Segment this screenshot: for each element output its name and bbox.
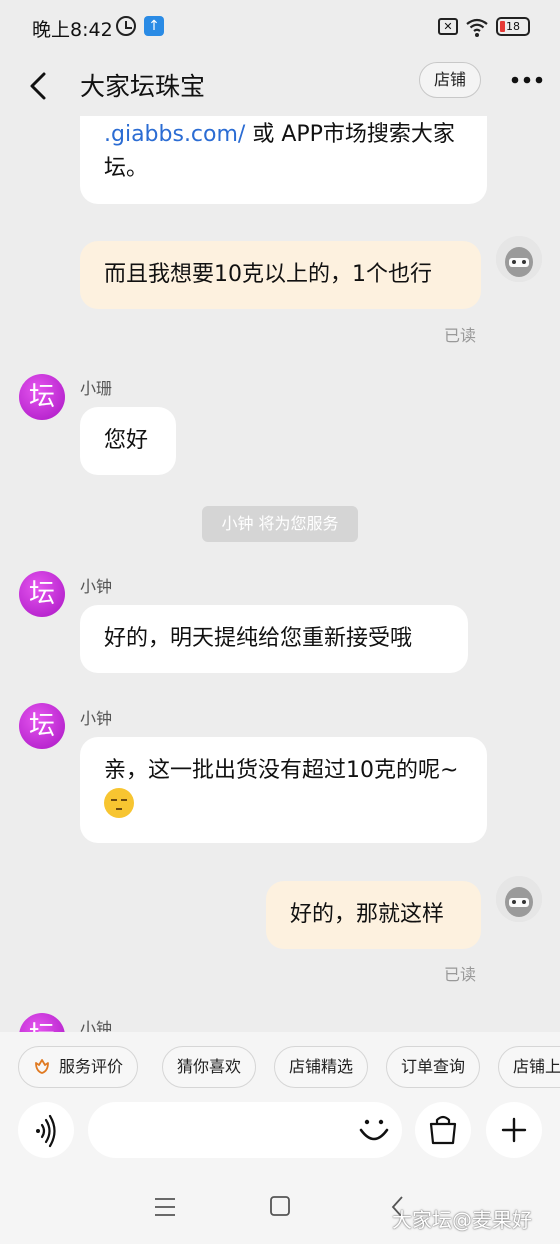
sender-name: 小珊 — [80, 379, 113, 398]
voice-button[interactable] — [18, 1102, 74, 1158]
user-avatar-image — [496, 876, 542, 922]
status-time: 晚上8:42 — [32, 19, 113, 41]
chat-area[interactable]: .giabbs.com/ 或 APP市场搜索大家坛。 而且我想要10克以上的，1… — [0, 116, 560, 1032]
home-icon[interactable] — [269, 1195, 291, 1217]
chip-label: 店铺上新 — [513, 1057, 560, 1076]
message-bubble[interactable]: 好的，那就这样 — [266, 881, 481, 949]
shop-avatar[interactable]: 坛 — [19, 571, 65, 617]
battery-level: 18 — [506, 20, 520, 33]
message-bubble[interactable]: 您好 — [80, 407, 176, 475]
system-notice: 小钟 将为您服务 — [202, 506, 358, 542]
chip-label: 猜你喜欢 — [177, 1057, 242, 1076]
menu-icon[interactable] — [153, 1196, 177, 1218]
shop-avatar[interactable]: 坛 — [19, 1013, 65, 1032]
status-bar: 晚上8:42 ↑ ✕ 18 — [0, 0, 560, 56]
chip-shop-picks[interactable]: 店铺精选 — [274, 1046, 369, 1088]
quick-action-bar: 服务评价 猜你喜欢 店铺精选 订单查询 店铺上新 — [0, 1032, 560, 1102]
message-text: 好的，那就这样 — [290, 902, 445, 927]
message-text: 好的，明天提纯给您重新接受哦 — [104, 626, 413, 651]
page-title: 大家坛珠宝 — [80, 72, 206, 101]
shop-avatar[interactable]: 坛 — [19, 374, 65, 420]
sender-name: 小钟 — [80, 709, 113, 728]
chip-label: 订单查询 — [401, 1057, 466, 1076]
emoji-icon[interactable] — [354, 1110, 394, 1150]
read-receipt: 已读 — [444, 965, 477, 984]
user-avatar-image — [496, 236, 542, 282]
plus-button[interactable] — [486, 1102, 542, 1158]
upload-icon: ↑ — [144, 16, 164, 36]
battery-icon: 18 — [496, 17, 530, 36]
user-avatar[interactable] — [496, 876, 542, 922]
chip-new-arrivals[interactable]: 店铺上新 — [498, 1046, 560, 1088]
message-bubble[interactable]: 亲，这一批出货没有超过10克的呢~ — [80, 737, 487, 843]
voice-icon — [36, 1114, 56, 1148]
message-bubble[interactable]: 而且我想要10克以上的，1个也行 — [80, 241, 481, 309]
alarm-icon — [116, 16, 136, 36]
pensive-emoji-icon — [104, 788, 134, 818]
chat-header: 大家坛珠宝 店铺 — [0, 56, 560, 116]
watermark: 大家坛@麦果好 — [392, 1208, 532, 1232]
sender-name: 小钟 — [80, 1019, 113, 1032]
shop-avatar[interactable]: 坛 — [19, 703, 65, 749]
read-receipt: 已读 — [444, 326, 477, 345]
chip-label: 店铺精选 — [289, 1057, 354, 1076]
shopping-bag-button[interactable] — [415, 1102, 471, 1158]
chip-order-lookup[interactable]: 订单查询 — [386, 1046, 481, 1088]
sender-name: 小钟 — [80, 577, 113, 596]
chip-guess-you-like[interactable]: 猜你喜欢 — [162, 1046, 257, 1088]
service-rating-icon — [35, 1059, 49, 1074]
more-icon[interactable] — [507, 68, 547, 92]
message-link[interactable]: .giabbs.com/ — [104, 122, 245, 147]
plus-icon — [501, 1117, 527, 1143]
message-text: 而且我想要10克以上的，1个也行 — [104, 262, 432, 287]
wifi-icon — [466, 18, 488, 37]
message-bubble[interactable]: 好的，明天提纯给您重新接受哦 — [80, 605, 468, 673]
chip-label: 服务评价 — [59, 1057, 124, 1076]
chip-service-rating[interactable]: 服务评价 — [18, 1046, 139, 1088]
shop-button[interactable]: 店铺 — [419, 62, 481, 98]
message-bubble[interactable]: .giabbs.com/ 或 APP市场搜索大家坛。 — [80, 116, 487, 204]
user-avatar[interactable] — [496, 236, 542, 282]
input-bar — [0, 1102, 560, 1170]
message-text: 亲，这一批出货没有超过10克的呢~ — [104, 758, 459, 783]
sim-icon: ✕ — [438, 18, 458, 35]
system-nav-bar: 大家坛@麦果好 — [0, 1170, 560, 1244]
shopping-bag-icon — [429, 1115, 457, 1145]
message-text: 您好 — [104, 428, 149, 453]
back-icon[interactable] — [26, 66, 66, 106]
